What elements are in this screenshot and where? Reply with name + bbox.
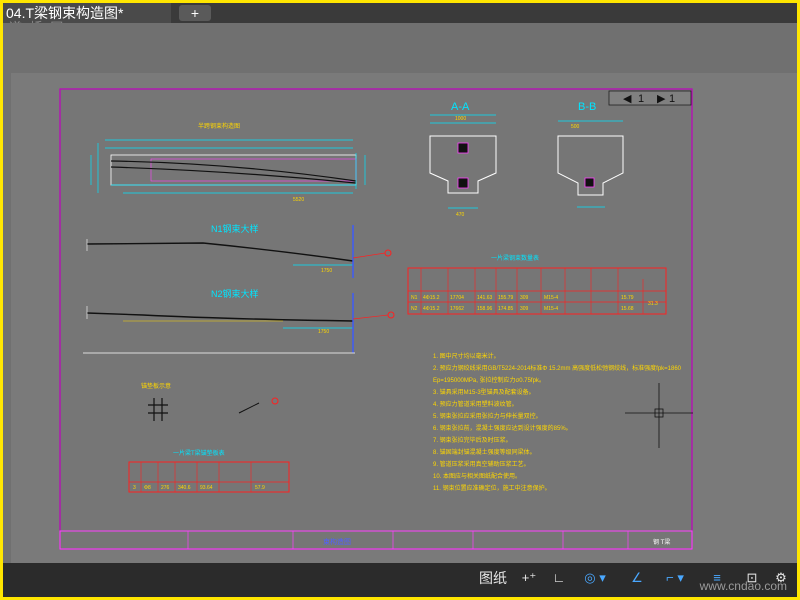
section-bb-dim-500: 500: [571, 124, 580, 130]
table1-r1-c3: 141.63: [477, 295, 493, 301]
n2-dim-1750: 1750: [318, 329, 329, 335]
note-line: 6. 钢束张拉前，混凝土强度应达到设计强度的85%。: [433, 424, 572, 432]
table1-r2-c0: N2: [411, 306, 418, 312]
table1-r2-c7: 15.68: [621, 306, 634, 312]
table1-r1-c7: 15.79: [621, 295, 634, 301]
table1-title: 一片梁钢束数量表: [491, 254, 539, 262]
table2-r1-c0: 3: [133, 485, 136, 491]
note-line: 1. 图中尺寸均以毫米计。: [433, 352, 500, 360]
osnap-tracking-icon[interactable]: ⌐ ▾: [655, 563, 695, 593]
section-aa-title: A-A: [451, 101, 470, 113]
cad-drawing-svg: ◀ 1 ▶ 1 半跨钢束构造图 5520 N1钢束大样 1750 N2钢束大样 …: [59, 88, 693, 550]
table2-title: 一片梁T梁锚垫板表: [173, 449, 225, 457]
note-line: 2. 预应力钢绞线采用GB/T5224-2014标准Φ 15.2mm 高强度低松…: [433, 364, 682, 372]
watermark-url: www.cndao.com: [699, 579, 787, 593]
sheet-border: [59, 88, 693, 550]
table2-r1-c1: Φ8: [144, 485, 151, 491]
table1-r1-c5: 309: [520, 295, 529, 301]
table1-r1-c1: 4Φ15.2: [423, 295, 440, 301]
table1-r1-c6: M15-4: [544, 295, 558, 301]
table1-r2-c5: 309: [520, 306, 529, 312]
elevation-dim-5520: 5520: [293, 197, 304, 203]
object-snap-icon[interactable]: ∠: [623, 563, 651, 593]
anchor-detail-title: 锚垫板示意: [141, 382, 171, 390]
table1-r1-c2: 17704: [450, 295, 464, 301]
table1-r2-c4: 174.85: [498, 306, 514, 312]
note-line: 9. 管道压浆采用真空辅助压浆工艺。: [433, 460, 530, 468]
n1-label: N1钢束大样: [211, 223, 259, 234]
title-block-right-label: 钢 T梁: [653, 538, 670, 546]
ortho-icon[interactable]: ∟: [545, 563, 573, 593]
table2-r1-c2: 276: [161, 485, 170, 491]
note-line: 5. 钢束张拉应采用张拉力与伸长量双控。: [433, 412, 542, 420]
page-counter-box[interactable]: [608, 90, 692, 106]
section-bb-title: B-B: [578, 101, 596, 113]
page-current: 1: [638, 93, 644, 105]
table2-r1-c4: 93.64: [200, 485, 213, 491]
page-total: 1: [669, 93, 675, 105]
elevation-title: 半跨钢束构造图: [198, 122, 240, 130]
note-line: 7. 钢束张拉完毕后及时压浆。: [433, 436, 512, 444]
note-line: 8. 锚固端封锚混凝土强度等级同梁体。: [433, 448, 536, 456]
table1-r1-c0: N1: [411, 295, 418, 301]
table1-r1-c4: 155.79: [498, 295, 514, 301]
n2-label: N2钢束大样: [211, 288, 259, 299]
polar-tracking-icon[interactable]: ◎ ▾: [577, 563, 613, 593]
grid-snap-icon[interactable]: +⁺: [515, 563, 543, 593]
table2-r1-c3: 340.6: [178, 485, 191, 491]
section-aa-dim-1000: 1000: [455, 116, 466, 122]
table1-r2-c2: 17662: [450, 306, 464, 312]
table1-r2-c3: 158.96: [477, 306, 493, 312]
note-line: 4. 预应力管道采用塑料波纹管。: [433, 400, 518, 408]
page-prev-icon[interactable]: ◀: [623, 93, 632, 105]
table1-total: 31.3: [648, 301, 658, 307]
paper-space-button[interactable]: 图纸: [473, 563, 513, 593]
note-line: 3. 锚具采用M15-3型锚具及配套设备。: [433, 388, 535, 396]
cad-application-window: 04.T梁钢束构造图* + 道 桥 网 ◀ 1 ▶ 1 半跨钢束构造图 5520: [3, 3, 797, 597]
note-line: 11. 钢束位置应准确定位，施工中注意保护。: [433, 484, 551, 492]
table1-r2-c1: 4Φ15.2: [423, 306, 440, 312]
section-aa-dim-470: 470: [456, 212, 465, 218]
table2-r1-c5: 57.9: [255, 485, 265, 491]
n1-dim-1750: 1750: [321, 268, 332, 274]
note-line: Ep=195000MPa, 张拉控制应力σ0.75fpk。: [433, 376, 545, 384]
note-line: 10. 本图应与相关图纸配合使用。: [433, 472, 521, 480]
status-bar: 图纸 +⁺ ∟ ◎ ▾ ∠ ⌐ ▾ ≡ ⊡ ⚙ www.cndao.com: [3, 563, 797, 597]
title-block-drawing-name: 束构造图: [323, 537, 351, 546]
page-next-icon[interactable]: ▶: [657, 93, 666, 105]
table1-r2-c6: M15-4: [544, 306, 558, 312]
